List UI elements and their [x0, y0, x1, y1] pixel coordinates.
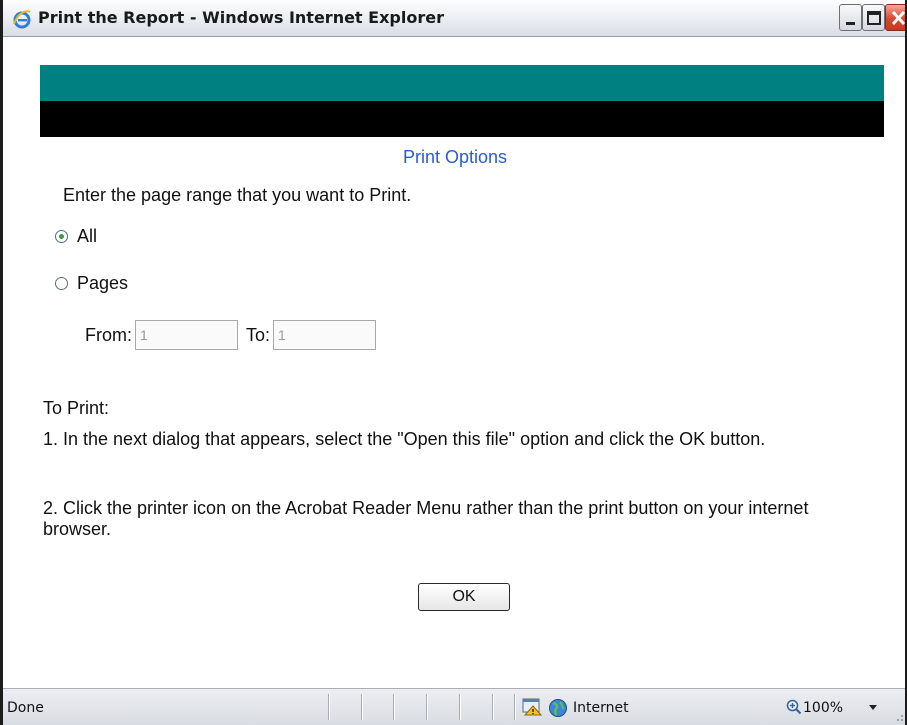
from-label: From:	[85, 324, 132, 345]
option-pages[interactable]: Pages	[55, 273, 128, 294]
header-band-black	[40, 101, 884, 137]
minimize-icon	[846, 22, 855, 25]
chevron-down-icon[interactable]	[869, 705, 877, 710]
zoom-level[interactable]: 100%	[803, 700, 843, 716]
close-icon	[891, 10, 905, 26]
page-range-row: From: To:	[85, 320, 377, 350]
ie-logo-icon	[13, 10, 31, 29]
minimize-button[interactable]	[839, 4, 862, 31]
option-all-label: All	[77, 226, 98, 246]
to-input[interactable]	[273, 320, 377, 350]
from-input[interactable]	[135, 320, 238, 350]
to-label: To:	[246, 324, 271, 345]
globe-icon	[549, 699, 567, 717]
page-content: Print Options Enter the page range that …	[3, 37, 905, 688]
security-zone-text: Internet	[573, 700, 629, 716]
resize-grip-icon[interactable]	[893, 711, 905, 723]
option-pages-label: Pages	[77, 273, 129, 293]
browser-window: Print the Report - Windows Internet Expl…	[0, 0, 907, 725]
maximize-button[interactable]	[862, 4, 885, 31]
protected-mode-icon[interactable]	[522, 698, 542, 716]
option-all[interactable]: All	[55, 226, 97, 247]
maximize-icon	[867, 11, 881, 25]
print-step-2: 2. Click the printer icon on the Acrobat…	[43, 498, 809, 539]
print-step-1: 1. In the next dialog that appears, sele…	[43, 429, 766, 449]
status-bar: Done Internet 100%	[3, 688, 905, 725]
close-button[interactable]	[885, 4, 905, 31]
header-band-teal	[40, 65, 884, 101]
zoom-icon[interactable]	[786, 699, 802, 715]
status-text: Done	[7, 700, 44, 716]
title-bar[interactable]: Print the Report - Windows Internet Expl…	[3, 0, 905, 37]
print-options-heading: Print Options	[402, 147, 508, 167]
page-range-instruction: Enter the page range that you want to Pr…	[63, 185, 412, 205]
to-print-heading: To Print:	[43, 398, 110, 418]
radio-all[interactable]	[55, 230, 68, 243]
window-title: Print the Report - Windows Internet Expl…	[38, 8, 444, 27]
ok-button[interactable]: OK	[418, 583, 510, 611]
radio-pages[interactable]	[55, 277, 68, 290]
